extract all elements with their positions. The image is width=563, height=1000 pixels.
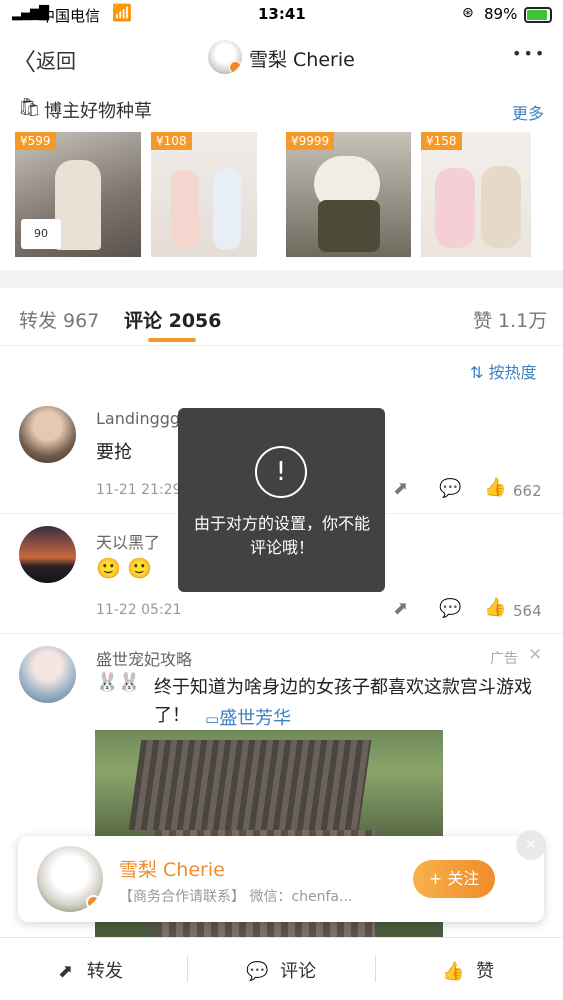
product-image [435, 168, 475, 248]
follow-card-name[interactable]: 雪梨 Cherie [119, 855, 225, 882]
shop-title: 博主好物种草 [44, 101, 152, 122]
product-image [481, 166, 521, 248]
close-card-icon[interactable]: ✕ [516, 830, 546, 860]
sort-label: 按热度 [488, 363, 537, 382]
product-price: ¥9999 [286, 132, 335, 150]
ad-link-label: 盛世芳华 [219, 708, 292, 729]
back-label: 返回 [36, 49, 76, 73]
comment-text: 🙂 🙂 [96, 556, 153, 580]
avatar[interactable] [19, 406, 76, 463]
avatar[interactable] [19, 646, 76, 703]
battery-percent: 89% [484, 5, 518, 23]
status-bar: ▂▄▆█ 中国电信 📶 13:41 ⊛ 89% [0, 0, 563, 30]
divider [187, 956, 188, 982]
ad-link[interactable]: ▭盛世芳华 [205, 704, 291, 730]
sort-button[interactable]: ⇅ 按热度 [470, 359, 537, 383]
shop-more-link[interactable]: 更多 [512, 100, 544, 124]
bottom-action-bar: ⬈ 转发 💬 评论 👍 赞 [0, 937, 563, 1000]
product-price: ¥108 [151, 132, 192, 150]
follow-card: 雪梨 Cherie 【商务合作请联系】 微信：chenfa... + 关注 ✕ [18, 830, 546, 922]
product-thumb: 90 [21, 219, 61, 249]
repost-label: 转发 [86, 961, 123, 982]
sort-icon: ⇅ [470, 363, 484, 382]
comment-username[interactable]: 天以黑了 [96, 529, 160, 553]
product-image [55, 160, 101, 250]
wifi-icon: 📶 [112, 3, 132, 22]
avatar[interactable] [19, 526, 76, 583]
tab-active-indicator [148, 338, 196, 342]
nav-avatar[interactable] [208, 40, 242, 74]
ad-image-roof [128, 740, 372, 830]
like-icon[interactable]: 👍 [484, 597, 506, 618]
product-image [171, 170, 199, 250]
battery-icon [524, 7, 552, 23]
repost-button[interactable]: ⬈ 转发 [58, 957, 123, 983]
rotation-lock-icon: ⊛ [462, 5, 474, 21]
clock: 13:41 [258, 5, 306, 23]
nav-bar: 〈返回 雪梨 Cherie ••• [0, 30, 563, 85]
product-image [213, 168, 241, 250]
like-label: 赞 [476, 961, 495, 982]
like-button[interactable]: 👍 赞 [442, 957, 494, 983]
product-card-2[interactable]: ¥108 [151, 132, 257, 257]
product-price: ¥599 [15, 132, 56, 150]
tab-likes[interactable]: 赞 1.1万 [473, 306, 547, 333]
follow-card-description: 【商务合作请联系】 微信：chenfa... [119, 889, 353, 905]
product-price: ¥158 [421, 132, 462, 150]
toast-message: 由于对方的设置，你不能评论哦！ [193, 514, 370, 557]
reply-icon[interactable]: 💬 [439, 478, 461, 499]
share-icon[interactable]: ⬈ [393, 478, 408, 499]
close-ad-icon[interactable]: ✕ [528, 645, 542, 665]
tab-comments[interactable]: 评论 2056 [124, 306, 222, 333]
comment-time: 11-22 05:21 [96, 602, 182, 618]
comment-time: 11-21 21:29 [96, 482, 182, 498]
like-count: 662 [513, 482, 542, 500]
carrier-label: 中国电信 [40, 7, 101, 25]
tab-bar: 转发 967 评论 2056 赞 1.1万 [0, 288, 563, 346]
comment-icon: 💬 [246, 961, 269, 982]
sort-bar: ⇅ 按热度 [0, 346, 563, 392]
comment-label: 评论 [280, 961, 317, 982]
follow-card-avatar[interactable] [37, 846, 103, 912]
page-title: 雪梨 Cherie [249, 49, 355, 71]
comment-username[interactable]: 盛世宠妃攻略 [96, 646, 192, 670]
video-icon: ▭ [205, 710, 220, 728]
like-icon[interactable]: 👍 [484, 477, 506, 498]
product-card-4[interactable]: ¥158 [421, 132, 531, 257]
comment-username[interactable]: Landinggg [96, 409, 180, 428]
comment-button[interactable]: 💬 评论 [246, 957, 316, 983]
ad-label: 广告 [490, 651, 518, 667]
product-image [318, 200, 380, 252]
like-icon: 👍 [442, 961, 465, 982]
section-divider [0, 270, 563, 288]
comment-text: 要抢 [96, 442, 132, 463]
bunny-emoji-icon: 🐰🐰 [96, 672, 141, 693]
shop-section: 🛍 博主好物种草 更多 ¥599 90 ¥108 ¥9999 ¥158 [0, 85, 563, 270]
product-card-1[interactable]: ¥599 90 [15, 132, 141, 257]
toast-dialog: ! 由于对方的设置，你不能评论哦！ [178, 408, 385, 592]
tab-repost[interactable]: 转发 967 [19, 306, 99, 333]
back-button[interactable]: 〈返回 [12, 42, 76, 77]
divider [375, 956, 376, 982]
shop-icon: 🛍 [18, 97, 41, 118]
verified-badge-icon [86, 895, 101, 910]
share-icon: ⬈ [58, 961, 74, 982]
follow-button[interactable]: + 关注 [413, 860, 495, 898]
alert-icon: ! [255, 446, 307, 498]
reply-icon[interactable]: 💬 [439, 598, 461, 619]
share-icon[interactable]: ⬈ [393, 598, 408, 619]
product-card-3[interactable]: ¥9999 [286, 132, 411, 257]
more-menu-icon[interactable]: ••• [512, 44, 546, 63]
chevron-left-icon: 〈 [12, 48, 36, 76]
like-count: 564 [513, 602, 542, 620]
